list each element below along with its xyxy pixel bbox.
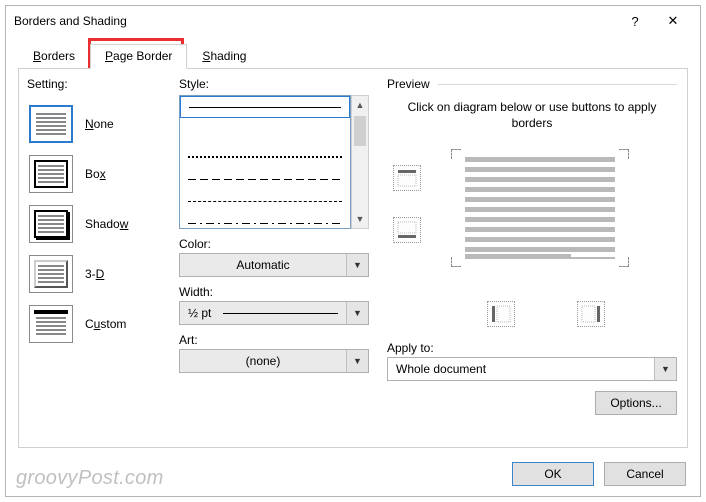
border-left-button[interactable] (487, 301, 515, 327)
color-label: Color: (179, 237, 369, 251)
art-label: Art: (179, 333, 369, 347)
tab-shading[interactable]: Shading (187, 44, 261, 69)
width-combo[interactable]: ½ pt ▼ (179, 301, 369, 325)
dialog-body: Setting: None Box Shadow 3-D (18, 68, 688, 448)
tab-page-border[interactable]: Page Border (90, 44, 187, 69)
chevron-down-icon[interactable]: ▼ (346, 254, 368, 276)
setting-custom[interactable]: Custom (27, 299, 167, 349)
border-right-button[interactable] (577, 301, 605, 327)
setting-none[interactable]: None (27, 99, 167, 149)
watermark: groovyPost.com (16, 467, 164, 490)
apply-to-combo[interactable]: Whole document ▼ (387, 357, 677, 381)
setting-box[interactable]: Box (27, 149, 167, 199)
width-preview-line (223, 313, 338, 314)
scroll-thumb[interactable] (354, 116, 366, 146)
borders-and-shading-dialog: Borders and Shading ? ✕ Borders Page Bor… (5, 5, 701, 497)
border-top-button[interactable] (393, 165, 421, 191)
tab-borders[interactable]: Borders (18, 44, 90, 69)
art-combo[interactable]: (none) ▼ (179, 349, 369, 373)
tab-row: Borders Page Border Shading (18, 42, 688, 68)
preview-area (387, 135, 677, 305)
setting-3d[interactable]: 3-D (27, 249, 167, 299)
preview-page[interactable] (455, 153, 625, 263)
style-label: Style: (179, 77, 369, 91)
setting-shadow[interactable]: Shadow (27, 199, 167, 249)
width-label: Width: (179, 285, 369, 299)
border-bottom-button[interactable] (393, 217, 421, 243)
style-scrollbar[interactable]: ▲ ▼ (351, 95, 369, 229)
style-list[interactable] (179, 95, 351, 229)
preview-hint: Click on diagram below or use buttons to… (397, 99, 667, 131)
close-button[interactable]: ✕ (654, 7, 692, 35)
chevron-down-icon[interactable]: ▼ (346, 302, 368, 324)
help-button[interactable]: ? (616, 7, 654, 35)
titlebar: Borders and Shading ? ✕ (6, 6, 700, 36)
options-button[interactable]: Options... (595, 391, 677, 415)
chevron-down-icon[interactable]: ▼ (654, 358, 676, 380)
apply-to-label: Apply to: (387, 341, 677, 355)
scroll-down-icon[interactable]: ▼ (352, 210, 368, 228)
setting-label: Setting: (27, 77, 167, 91)
cancel-button[interactable]: Cancel (604, 462, 686, 486)
scroll-up-icon[interactable]: ▲ (352, 96, 368, 114)
preview-label: Preview (387, 77, 430, 91)
dialog-title: Borders and Shading (14, 14, 616, 28)
color-combo[interactable]: Automatic ▼ (179, 253, 369, 277)
chevron-down-icon[interactable]: ▼ (346, 350, 368, 372)
ok-button[interactable]: OK (512, 462, 594, 486)
